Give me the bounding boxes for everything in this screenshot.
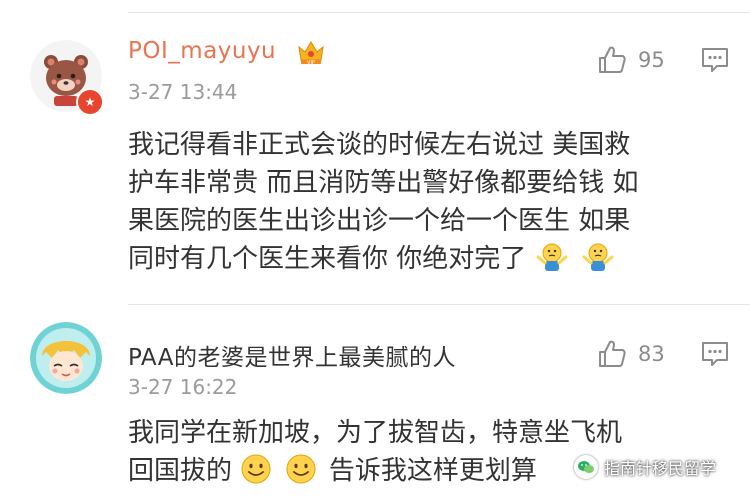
username[interactable]: POI_mayuyu: [128, 38, 276, 64]
thumbs-up-icon: [599, 340, 626, 367]
username[interactable]: PAA的老婆是世界上最美腻的人: [128, 338, 456, 372]
like-count: 83: [638, 342, 665, 366]
shrug-emoji-icon: [535, 241, 569, 284]
comment-text: 我记得看非正式会谈的时候左右说过 美国救 护车非常贵 而且消防等出警好像都要给钱…: [128, 126, 728, 284]
timestamp: 3-27 16:22: [128, 375, 238, 399]
comment-line: 护车非常贵 而且消防等出警好像都要给钱 如: [128, 168, 639, 198]
reply-icon[interactable]: [700, 340, 730, 372]
verified-badge-icon: ★: [76, 88, 104, 116]
smile-emoji-icon: [240, 453, 272, 496]
svg-text:VIP: VIP: [307, 60, 315, 66]
watermark-text: 指南针移民留学: [604, 459, 717, 478]
comment-divider: [128, 304, 750, 305]
comment-item: ★ POI_mayuyu VIP 3-27 13:44 95 我记得看非正式会谈…: [0, 30, 750, 305]
vip-crown-icon[interactable]: VIP: [296, 38, 326, 70]
watermark: 指南针移民留学: [574, 455, 716, 479]
comment-line: 我同学在新加坡，为了拔智齿，特意坐飞机: [128, 418, 623, 448]
comment-line: 我记得看非正式会谈的时候左右说过 美国救: [128, 130, 631, 160]
thumbs-up-icon: [599, 46, 626, 73]
comment-line: 果医院的医生出诊出诊一个给一个医生 如果: [128, 206, 631, 236]
comment-line: 告诉我这样更划算: [328, 456, 537, 486]
top-divider: [128, 12, 750, 13]
comment-line: 同时有几个医生来看你 你绝对完了: [128, 244, 527, 274]
avatar[interactable]: [30, 322, 102, 394]
wechat-logo-icon: [574, 455, 598, 479]
like-button[interactable]: 95: [596, 44, 665, 76]
like-count: 95: [638, 48, 665, 72]
anime-girl-avatar-icon: [30, 322, 102, 394]
like-button[interactable]: 83: [596, 338, 665, 370]
smile-emoji-icon: [285, 453, 317, 496]
shrug-emoji-icon: [581, 241, 615, 284]
timestamp: 3-27 13:44: [128, 80, 238, 104]
comment-line: 回国拔的: [128, 456, 233, 486]
reply-icon[interactable]: [700, 46, 730, 78]
